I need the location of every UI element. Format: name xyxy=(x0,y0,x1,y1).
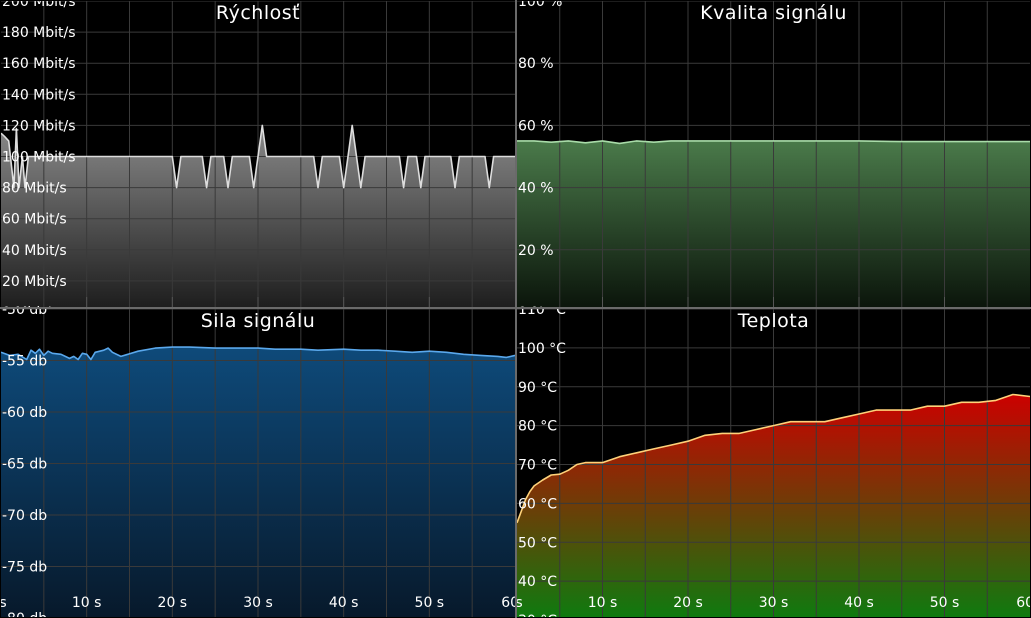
y-tick-label: 30 °C xyxy=(518,613,557,617)
y-tick-label: 20 % xyxy=(518,243,554,259)
y-tick-label: 180 Mbit/s xyxy=(2,25,76,41)
x-tick-label: 40 s xyxy=(329,595,359,611)
signal-strength-chart: -80 db -75 db -70 db -65 db -60 db -55 db -50 … xyxy=(1,309,515,617)
y-tick-label: -75 db xyxy=(2,560,47,576)
x-tick-label: 20 s xyxy=(158,595,188,611)
x-tick-label: 50 s xyxy=(930,595,960,611)
y-tick-label: 40 Mbit/s xyxy=(2,243,67,259)
y-tick-label: 40 % xyxy=(518,181,554,197)
chart-title: Teplota xyxy=(737,310,810,332)
y-tick-label: 60 Mbit/s xyxy=(2,212,67,228)
y-tick-label: 100 Mbit/s xyxy=(2,150,76,166)
y-tick-label: 20 Mbit/s xyxy=(2,274,67,290)
x-tick-label: 60 s xyxy=(1016,595,1030,611)
chart-title: Sila signálu xyxy=(201,310,316,332)
horizontal-divider xyxy=(0,307,1031,309)
speed-chart: 0 Mbit/s20 Mbit/s40 Mbit/s60 Mbit/s80 Mb… xyxy=(1,1,515,307)
y-tick-label: -80 db xyxy=(2,611,47,617)
signal-quality-chart: 0 %20 %40 %60 %80 %100 %Kvalita signálu xyxy=(517,1,1030,307)
vertical-divider xyxy=(515,0,517,618)
y-tick-label: 80 °C xyxy=(518,419,557,435)
signal-quality-chart-panel: 0 %20 %40 %60 %80 %100 %Kvalita signálu xyxy=(517,1,1030,307)
x-tick-label: 40 s xyxy=(844,595,874,611)
x-tick-label: 20 s xyxy=(673,595,703,611)
y-tick-label: -60 db xyxy=(2,405,47,421)
y-tick-label: 90 °C xyxy=(518,380,557,396)
y-tick-label: 110 °C xyxy=(518,309,566,318)
y-tick-label: 60 °C xyxy=(518,496,557,512)
chart-title: Rýchlosť xyxy=(216,2,300,24)
y-tick-label: 100 % xyxy=(518,1,562,10)
signal-strength-chart-panel: -80 db -75 db -70 db -65 db -60 db -55 db -50 … xyxy=(1,309,515,617)
temperature-chart-panel: 30 °C 40 °C 50 °C 60 °C 70 °C 80 °C 90 °C 100 °… xyxy=(517,309,1030,617)
chart-title: Kvalita signálu xyxy=(700,2,847,24)
y-tick-label: -50 db xyxy=(2,309,47,318)
y-tick-label: 50 °C xyxy=(518,535,557,551)
temperature-chart: 30 °C 40 °C 50 °C 60 °C 70 °C 80 °C 90 °C 100 °… xyxy=(517,309,1030,617)
y-tick-label: -70 db xyxy=(2,508,47,524)
x-tick-label: 30 s xyxy=(243,595,273,611)
speed-chart-panel: 0 Mbit/s20 Mbit/s40 Mbit/s60 Mbit/s80 Mb… xyxy=(1,1,515,307)
y-tick-label: 60 % xyxy=(518,118,554,134)
y-tick-label: 140 Mbit/s xyxy=(2,87,76,103)
y-tick-label: 100 °C xyxy=(518,341,566,357)
x-tick-label: s xyxy=(517,595,523,611)
x-tick-label: 60 s xyxy=(501,595,515,611)
x-tick-label: s xyxy=(1,595,7,611)
y-tick-label: 160 Mbit/s xyxy=(2,56,76,72)
y-tick-label: 40 °C xyxy=(518,574,557,590)
y-tick-label: 70 °C xyxy=(518,458,557,474)
y-tick-label: 120 Mbit/s xyxy=(2,118,76,134)
x-tick-label: 10 s xyxy=(588,595,618,611)
x-tick-label: 10 s xyxy=(72,595,102,611)
y-tick-label: -65 db xyxy=(2,457,47,473)
y-tick-label: -55 db xyxy=(2,354,47,370)
y-tick-label: 200 Mbit/s xyxy=(2,1,76,10)
y-tick-label: 80 Mbit/s xyxy=(2,181,67,197)
x-tick-label: 30 s xyxy=(759,595,789,611)
x-tick-label: 50 s xyxy=(415,595,445,611)
y-tick-label: 80 % xyxy=(518,56,554,72)
